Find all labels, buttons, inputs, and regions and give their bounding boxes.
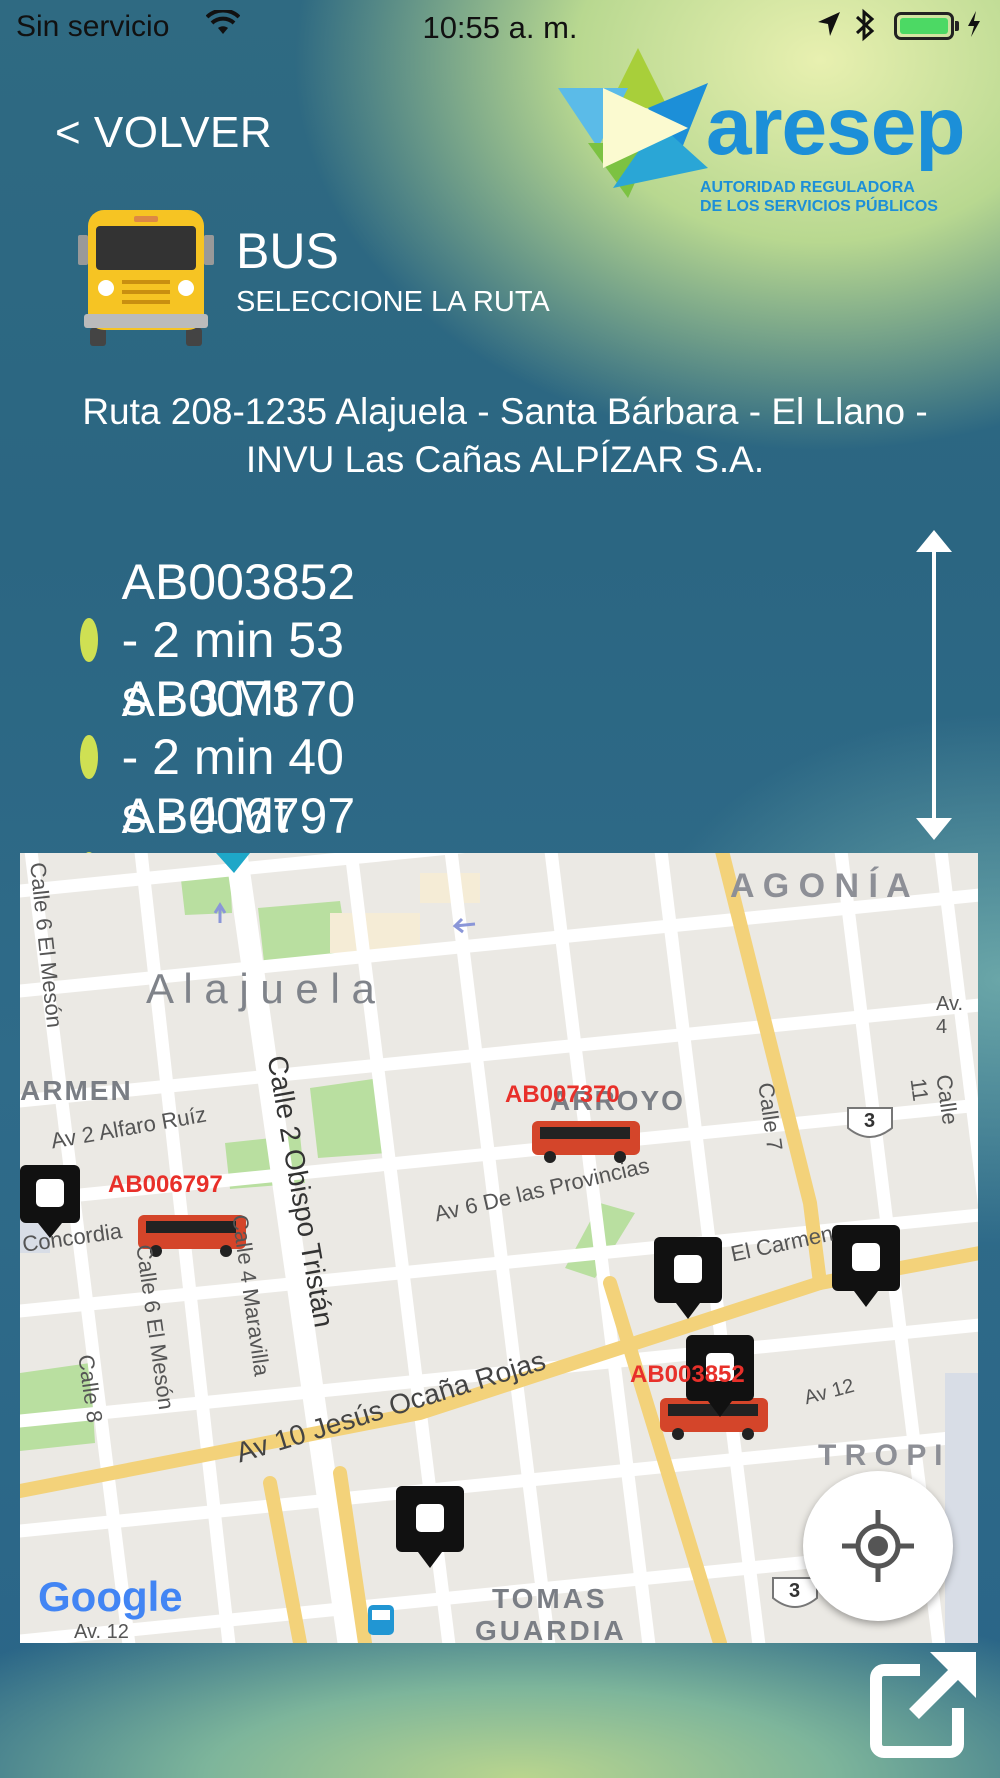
map-label-tropi: T R O P I [818,1439,943,1472]
back-button[interactable]: < VOLVER [55,108,272,158]
map-label-guardia: GUARDIA [475,1615,627,1643]
scroll-arrows-icon[interactable] [916,530,952,840]
bus-tag-label[interactable]: AB007370 [505,1081,620,1109]
street-label-av4: Av. 4 [936,993,964,1038]
logo-subtitle-line1: AUTORIDAD REGULADORA [700,179,915,196]
bus-tag-label[interactable]: AB003852 [630,1361,745,1389]
bus-tag-label[interactable]: AB006797 [108,1171,223,1199]
street-label-av12b: Av. 12 [74,1621,129,1643]
logo-wordmark: aresep [706,81,965,172]
charging-icon [966,10,982,45]
route-line2: INVU Las Cañas ALPÍZAR S.A. [245,439,765,480]
google-logo: Google [38,1573,183,1620]
clock: 10:55 a. m. [422,10,578,45]
map-label-alajuela: A l a j u e l a [146,965,375,1012]
route-line1: Ruta 208-1235 Alajuela - Santa Bárbara -… [82,391,928,432]
battery-icon [894,12,954,40]
route-shield-3b: 3 [789,1580,801,1602]
route-shield-3: 3 [864,1110,876,1132]
my-location-button[interactable] [803,1471,953,1621]
school-bus-icon [78,210,214,348]
battery-tip [955,21,959,31]
status-dot-icon [80,618,98,662]
map-label-tomas: TOMAS [492,1583,608,1614]
crosshair-icon [842,1510,914,1582]
status-dot-icon [80,735,98,779]
map-label-agonia: A G O N Í A [730,867,911,905]
bluetooth-icon [854,8,876,50]
map-label-carmen: ARMEN [20,1075,133,1106]
google-attribution: Google [38,1573,183,1621]
page-subtitle: SELECCIONE LA RUTA [236,286,550,318]
street-label-calle11: Calle 11 [905,1073,963,1127]
open-external-icon[interactable] [868,1648,980,1760]
logo-subtitle: AUTORIDAD REGULADORA DE LOS SERVICIOS PÚ… [700,178,938,216]
location-arrow-icon [816,10,842,46]
logo-subtitle-line2: DE LOS SERVICIOS PÚBLICOS [700,198,938,215]
page-title: BUS [236,223,339,279]
route-map[interactable]: A G O N Í A A l a j u e l a ARMEN ARROYO… [20,853,978,1643]
route-description: Ruta 208-1235 Alajuela - Santa Bárbara -… [20,388,990,484]
